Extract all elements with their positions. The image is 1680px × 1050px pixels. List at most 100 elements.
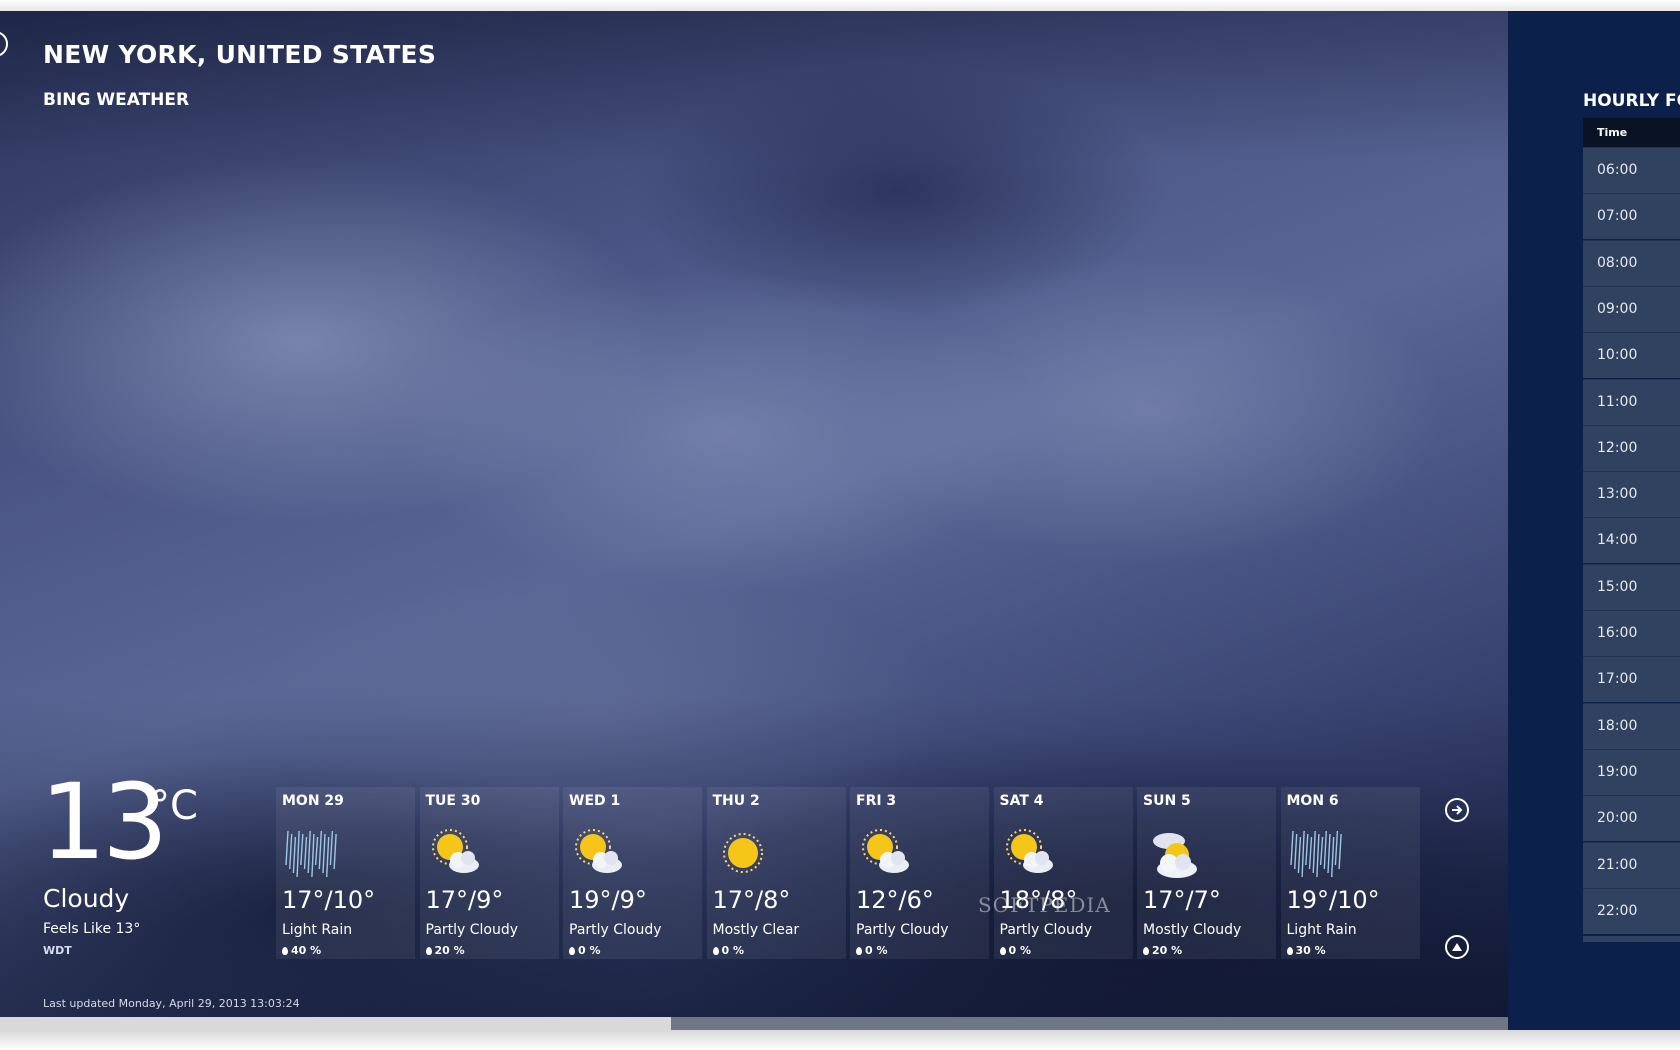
hourly-row: 18:00 [1583, 702, 1680, 749]
sun-icon [713, 825, 773, 881]
forecast-condition: Partly Cloudy [856, 922, 949, 938]
forecast-day-tile[interactable]: MON 29 17°/10° Light Rain 40 % [276, 787, 415, 959]
forecast-temp-range: 17°/10° [282, 886, 376, 914]
forecast-day-tile[interactable]: THU 2 17°/8° Mostly Clear 0 % [706, 787, 846, 959]
forecast-day-tile[interactable]: TUE 30 17°/9° Partly Cloudy 20 % [419, 787, 559, 959]
raindrop-icon [712, 947, 719, 955]
forecast-day-name: THU 2 [712, 793, 760, 809]
current-temperature: 13 [40, 761, 168, 883]
precip-value: 20 % [1152, 944, 1183, 957]
hourly-row: 09:00 [1583, 285, 1680, 332]
precip-value: 0 % [865, 944, 888, 957]
hourly-row: 10:00 [1583, 332, 1680, 379]
partly-cloudy-icon [569, 825, 629, 881]
feels-like: Feels Like 13° [43, 921, 141, 937]
hourly-time: 11:00 [1597, 393, 1638, 410]
forecast-precipitation: 0 % [856, 944, 888, 957]
partly-cloudy-icon [856, 825, 916, 881]
forecast-day-tile[interactable]: WED 1 19°/9° Partly Cloudy 0 % [563, 787, 702, 959]
forecast-precipitation: 40 % [282, 944, 321, 957]
forecast-precipitation: 30 % [1286, 944, 1326, 957]
precip-value: 0 % [1008, 944, 1032, 957]
hourly-title: HOURLY FO [1583, 91, 1680, 111]
hourly-time: 18:00 [1597, 717, 1638, 734]
forecast-day-name: FRI 3 [856, 793, 897, 809]
forecast-temp-range: 17°/8° [712, 886, 791, 914]
raindrop-icon [856, 947, 862, 955]
arrow-right-icon [1452, 805, 1463, 815]
hourly-time: 07:00 [1597, 208, 1638, 225]
forecast-condition: Mostly Clear [712, 922, 800, 938]
forecast-temp-range: 19°/10° [1286, 886, 1380, 914]
hourly-row: 07:00 [1583, 193, 1680, 240]
window-top-edge [0, 0, 1680, 11]
scrollbar-thumb[interactable] [0, 1017, 672, 1030]
forecast-day-tile[interactable]: MON 6 19°/10° Light Rain 30 % [1280, 787, 1420, 959]
triangle-up-icon [1452, 943, 1462, 951]
forecast-precipitation: 0 % [569, 944, 601, 957]
forecast-precipitation: 0 % [712, 944, 745, 957]
hourly-time: 06:00 [1597, 162, 1638, 178]
temperature-unit: °C [150, 783, 198, 829]
raindrop-icon [1286, 947, 1293, 955]
hourly-time: 09:00 [1597, 300, 1638, 317]
forecast-condition: Light Rain [282, 922, 353, 938]
hourly-time: 12:00 [1597, 439, 1638, 456]
forecast-day-tile[interactable]: FRI 3 12°/6° Partly Cloudy 0 % [850, 787, 989, 959]
forecast-day-name: WED 1 [569, 793, 621, 809]
forecast-day-name: MON 6 [1286, 793, 1339, 809]
hourly-row: 19:00 [1583, 748, 1680, 795]
data-source: WDT [43, 944, 72, 957]
hourly-time: 08:00 [1597, 254, 1638, 271]
hourly-row: 08:00 [1583, 239, 1680, 286]
precip-value: 0 % [578, 944, 601, 957]
current-condition: Cloudy [43, 884, 130, 913]
app-brand: BING WEATHER [43, 90, 190, 110]
hourly-row: 21:00 [1583, 841, 1680, 888]
forecast-precipitation: 20 % [425, 944, 465, 957]
mostly-cloudy-icon [1143, 825, 1203, 881]
raindrop-icon [999, 947, 1006, 955]
hourly-time: 16:00 [1597, 625, 1638, 641]
forecast-temp-range: 12°/6° [856, 886, 934, 914]
forecast-day-tile[interactable]: SUN 5 17°/7° Mostly Cloudy 20 % [1137, 787, 1276, 959]
hourly-row: 14:00 [1583, 517, 1680, 564]
hourly-row: 16:00 [1583, 610, 1680, 656]
hourly-time: 15:00 [1597, 578, 1638, 595]
city-title: NEW YORK, UNITED STATES [43, 40, 437, 69]
hourly-time: 17:00 [1597, 671, 1638, 688]
precip-value: 0 % [721, 944, 745, 957]
partly-cloudy-icon [1000, 825, 1060, 881]
hourly-time: 19:00 [1597, 763, 1638, 780]
forecast-condition: Partly Cloudy [999, 922, 1093, 938]
rain-icon [1287, 825, 1347, 881]
hourly-forecast-panel: HOURLY FO Time 06:00 07:00 08:00 09:00 10:00… [1508, 11, 1680, 1030]
hourly-time: 20:00 [1597, 810, 1638, 827]
precip-value: 20 % [434, 944, 465, 957]
next-arrow-button[interactable] [1445, 798, 1469, 822]
hourly-row: 15:00 [1583, 563, 1680, 610]
forecast-condition: Light Rain [1286, 922, 1357, 938]
precip-value: 30 % [1295, 944, 1326, 957]
forecast-precipitation: 0 % [999, 944, 1032, 957]
hourly-time: 22:00 [1597, 902, 1638, 919]
hourly-row: 20:00 [1583, 795, 1680, 842]
forecast-condition: Partly Cloudy [425, 922, 519, 938]
hourly-time: 14:00 [1597, 532, 1638, 549]
expand-up-button[interactable] [1445, 935, 1469, 959]
partly-cloudy-icon [426, 825, 486, 881]
forecast-temp-range: 19°/9° [569, 886, 647, 914]
hourly-time: 21:00 [1597, 856, 1638, 873]
raindrop-icon [1143, 947, 1149, 955]
rain-icon [282, 825, 342, 881]
forecast-day-name: SAT 4 [999, 793, 1044, 809]
raindrop-icon [282, 947, 288, 955]
hourly-row: 11:00 [1583, 378, 1680, 425]
hourly-time: 13:00 [1597, 486, 1638, 503]
hourly-table-header: Time [1583, 118, 1680, 147]
forecast-temp-range: 17°/9° [425, 886, 504, 914]
horizontal-scrollbar[interactable] [0, 1017, 1508, 1030]
forecast-precipitation: 20 % [1143, 944, 1182, 957]
time-column-header: Time [1597, 126, 1628, 139]
forecast-day-tile[interactable]: SAT 4 18°/8° Partly Cloudy 0 % [993, 787, 1133, 959]
